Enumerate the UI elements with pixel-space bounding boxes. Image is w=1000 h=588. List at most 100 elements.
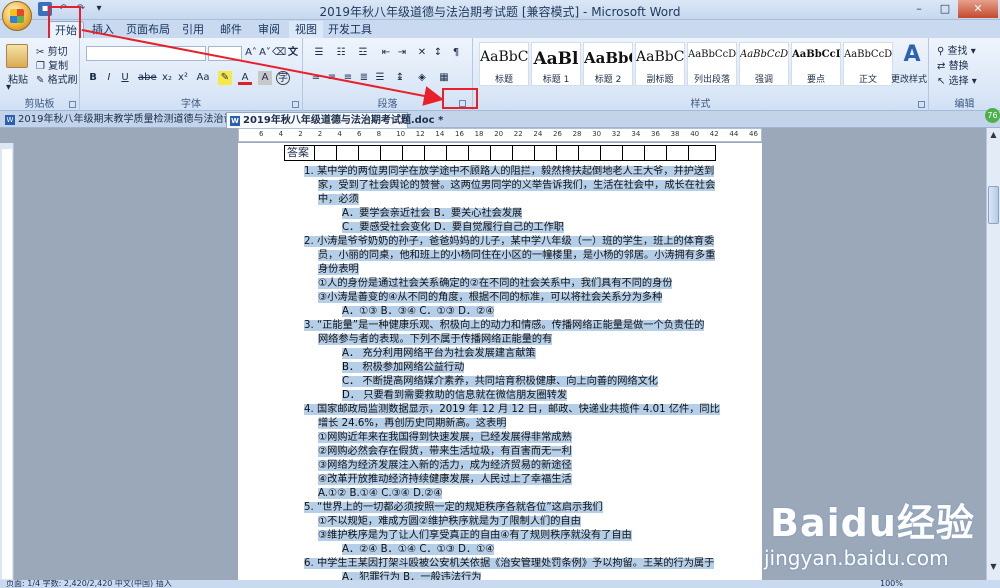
maximize-button[interactable]: □	[932, 0, 958, 18]
document-line[interactable]: 3. “正能量”是一种健康乐观、积极向上的动力和情感。传播网络正能量是做一个负责…	[304, 319, 705, 333]
align-left-icon[interactable]: ≡	[309, 71, 323, 85]
borders-icon[interactable]: ▦	[437, 71, 451, 85]
font-size-input[interactable]	[208, 46, 242, 61]
tab-review[interactable]: 审阅	[252, 21, 286, 38]
grow-font-button[interactable]: A˄	[244, 46, 258, 60]
document-line[interactable]: 增长 24.6%，再创历史同期新高。这表明	[318, 417, 507, 431]
line-spacing-icon[interactable]: ↨	[393, 71, 407, 85]
clear-format-icon[interactable]: ⌫	[272, 46, 286, 60]
document-line[interactable]: 2. 小涛是爷爷奶奶的孙子，爸爸妈妈的儿子，某中学八年级（一）班的学生，班上的体…	[304, 235, 715, 249]
document-line[interactable]: A．②④ B．①④ C．①③ D．①④	[342, 543, 495, 557]
highlight-icon[interactable]: ✎	[218, 71, 232, 85]
document-line[interactable]: ②网购必然会存在假货，带来生活垃圾，有百害而无一利	[318, 445, 572, 459]
answer-cell[interactable]	[513, 146, 535, 160]
document-line[interactable]: 家，受到了社会舆论的赞誉。这两位男同学的义举告诉我们，生活在社会中，成长在社会	[318, 179, 716, 193]
paste-icon[interactable]	[6, 44, 28, 68]
chinese-layout-icon[interactable]: ✕	[415, 46, 429, 60]
bullets-icon[interactable]: ☰	[309, 46, 329, 60]
justify-icon[interactable]: ≣	[357, 71, 371, 85]
answer-cell[interactable]	[425, 146, 447, 160]
superscript-button[interactable]: x²	[176, 71, 190, 85]
change-case-button[interactable]: Aa	[194, 71, 212, 85]
doc-tab-active[interactable]: W 2019年秋八年级道德与法治期考试题.doc *	[226, 112, 443, 128]
multilevel-list-icon[interactable]: ☲	[353, 46, 373, 60]
close-button[interactable]: ✕	[958, 0, 998, 18]
tab-view[interactable]: 视图	[289, 21, 323, 38]
paste-dropdown-icon[interactable]: ▾	[6, 82, 11, 93]
style-subtitle[interactable]: AaBbC 副标题	[635, 42, 685, 86]
numbering-icon[interactable]: ☷	[331, 46, 351, 60]
document-line[interactable]: 网络参与者的表现。下列不属于传播网络正能量的有	[318, 333, 553, 347]
vertical-ruler[interactable]	[0, 143, 14, 588]
change-styles-icon[interactable]: A	[897, 42, 927, 72]
document-line[interactable]: A．要学会亲近社会 B．要关心社会发展	[342, 207, 523, 221]
subscript-button[interactable]: x₂	[160, 71, 174, 85]
document-line[interactable]: 1. 某中学的两位男同学在放学途中不顾路人的阻拦，毅然搀扶起倒地老人王大爷，并护…	[304, 165, 715, 179]
style-strong[interactable]: AaBbCcD 要点	[791, 42, 841, 86]
align-right-icon[interactable]: ≡	[341, 71, 355, 85]
document-line[interactable]: A．①③ B．③④ C．①③ D．②④	[342, 305, 495, 319]
answer-cell[interactable]	[469, 146, 491, 160]
shading-icon[interactable]: ◈	[415, 71, 429, 85]
font-launcher-icon[interactable]	[292, 101, 299, 108]
minimize-button[interactable]: –	[906, 0, 932, 18]
scroll-up-icon[interactable]: ▲	[987, 128, 1000, 141]
document-line[interactable]: C．要感受社会变化 D．要自觉履行自己的工作职	[342, 221, 564, 235]
decrease-indent-icon[interactable]: ⇤	[379, 46, 393, 60]
document-line[interactable]: 身份表明	[318, 263, 359, 277]
document-line[interactable]: 中，必须	[318, 193, 359, 207]
answer-cell[interactable]	[337, 146, 359, 160]
strikethrough-button[interactable]: abe	[138, 71, 157, 85]
tab-page-layout[interactable]: 页面布局	[123, 21, 173, 38]
document-line[interactable]: ①网购近年来在我国得到快速发展，已经发展得非常成熟	[318, 431, 572, 445]
answer-cell[interactable]	[623, 146, 645, 160]
font-color-button[interactable]: A	[238, 71, 252, 85]
style-emphasis[interactable]: AaBbCcD 强调	[739, 42, 789, 86]
style-heading-2[interactable]: AaBbC 标题 2	[583, 42, 633, 86]
cut-button[interactable]: ✂ 剪切	[36, 43, 68, 58]
answer-cell[interactable]	[689, 146, 711, 160]
char-shading-button[interactable]: A	[258, 71, 272, 85]
tab-developer[interactable]: 开发工具	[327, 21, 373, 38]
document-line[interactable]: C． 不断提高网络媒介素养，共同培育积极健康、向上向善的网络文化	[342, 375, 658, 389]
show-marks-icon[interactable]: ¶	[449, 46, 463, 60]
copy-button[interactable]: ❐ 复制	[36, 57, 68, 72]
align-center-icon[interactable]: ≡	[325, 71, 339, 85]
phonetic-guide-icon[interactable]: 文	[286, 46, 300, 60]
document-line[interactable]: ①人的身份是通过社会关系确定的②在不同的社会关系中，我们具有不同的身份	[318, 277, 673, 291]
document-line[interactable]: ④改革开放推动经济持续健康发展，人民过上了幸福生活	[318, 473, 572, 487]
style-title[interactable]: AaBbC 标题	[479, 42, 529, 86]
document-line[interactable]: B． 积极参加网络公益行动	[342, 361, 465, 375]
office-button[interactable]	[2, 1, 32, 31]
font-name-input[interactable]	[86, 46, 206, 61]
answer-table[interactable]: 答案	[284, 145, 716, 161]
replace-button[interactable]: ⇄ 替换	[937, 57, 969, 72]
find-button[interactable]: ⚲ 查找 ▾	[937, 42, 976, 57]
shrink-font-button[interactable]: A˅	[258, 46, 272, 60]
answer-cell[interactable]	[667, 146, 689, 160]
tab-mailings[interactable]: 邮件	[214, 21, 248, 38]
styles-launcher-icon[interactable]	[918, 101, 925, 108]
answer-cell[interactable]	[381, 146, 403, 160]
document-line[interactable]: 员，小丽的同桌，他和班上的小杨同住在小区的一幢楼里，是小杨的邻居。小涛拥有多重	[318, 249, 716, 263]
style-list-paragraph[interactable]: AaBbCcDd 列出段落	[687, 42, 737, 86]
scrollbar-thumb[interactable]	[988, 186, 999, 224]
document-line[interactable]: ①不以规矩，难成方圆②维护秩序就是为了限制人们的自由	[318, 515, 581, 529]
distribute-icon[interactable]: ☰	[373, 71, 387, 85]
document-line[interactable]: A． 充分利用网络平台为社会发展建言献策	[342, 347, 536, 361]
answer-cell[interactable]	[535, 146, 557, 160]
doc-tab-other[interactable]: W 2019年秋八年级期末教学质量检测道德与法治试题.doc	[2, 112, 265, 128]
tab-references[interactable]: 引用	[176, 21, 210, 38]
format-painter-button[interactable]: ✎ 格式刷	[36, 71, 78, 86]
document-line[interactable]: A.①② B.①④ C.③④ D.②④	[318, 487, 443, 501]
answer-cell[interactable]	[557, 146, 579, 160]
answer-cell[interactable]	[491, 146, 513, 160]
document-line[interactable]: 6. 中学生王某因打架斗殴被公安机关依据《治安管理处罚条例》予以拘留。王某的行为…	[304, 557, 715, 571]
document-line[interactable]: 4. 国家邮政局监测数据显示，2019 年 12 月 12 日，邮政、快递业共揽…	[304, 403, 720, 417]
clipboard-launcher-icon[interactable]	[69, 101, 76, 108]
zoom-level[interactable]: 100%	[880, 580, 903, 588]
document-line[interactable]: ③维护秩序是为了让人们享受真正的自由④有了规则秩序就没有了自由	[318, 529, 632, 543]
answer-cell[interactable]	[359, 146, 381, 160]
document-line[interactable]: D． 只要看到需要救助的信息就在微信朋友圈转发	[342, 389, 568, 403]
answer-cell[interactable]	[403, 146, 425, 160]
